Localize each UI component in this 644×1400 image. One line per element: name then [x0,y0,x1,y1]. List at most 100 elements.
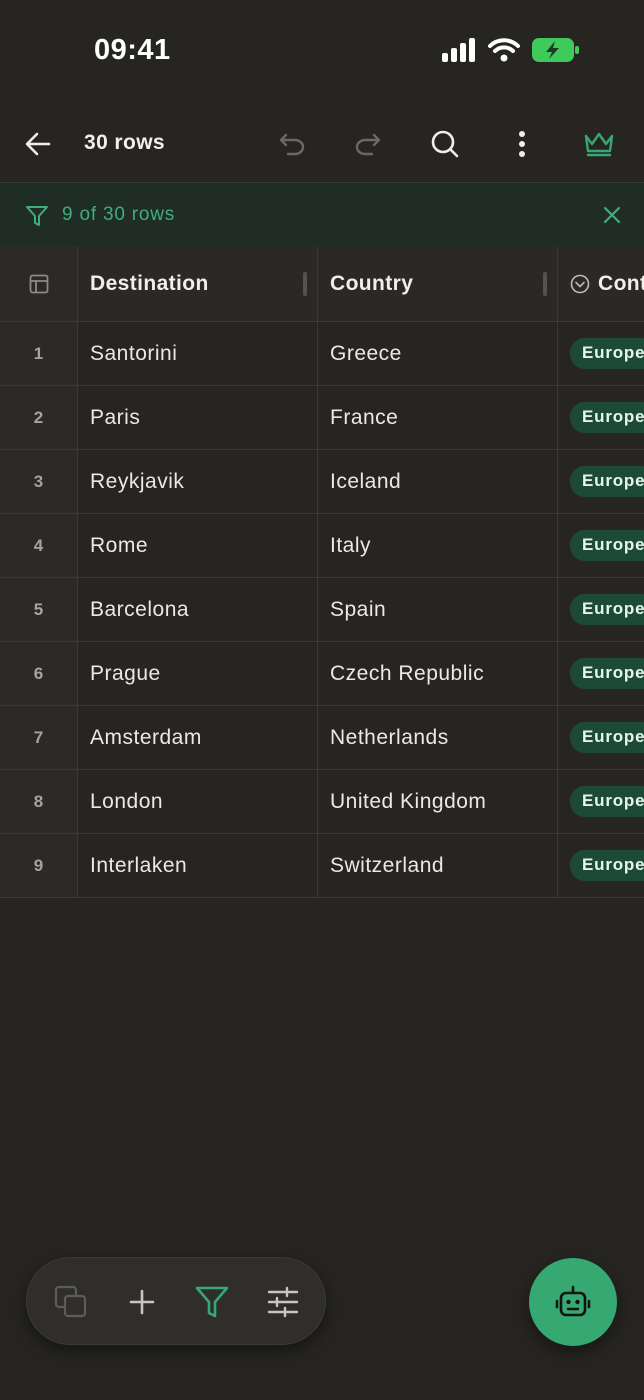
view-settings-button[interactable] [261,1280,305,1324]
country-cell[interactable]: Spain [318,578,558,641]
table-row[interactable]: 5 Barcelona Spain Europe [0,578,644,642]
premium-button[interactable] [577,122,621,166]
destination-cell[interactable]: Prague [78,642,318,705]
column-header-label: Destination [90,271,209,295]
plus-icon [129,1289,155,1315]
country-value: Switzerland [330,853,445,877]
continent-cell[interactable]: Europe [558,322,644,385]
crown-icon [584,132,614,157]
robot-icon [555,1285,591,1317]
destination-cell[interactable]: Barcelona [78,578,318,641]
sliders-icon [267,1286,299,1318]
column-header-label: Cont [598,271,644,295]
destination-value: Amsterdam [90,725,202,749]
destination-value: Prague [90,661,161,685]
continent-cell[interactable]: Europe [558,450,644,513]
back-button[interactable] [16,122,60,166]
destination-value: Rome [90,533,149,557]
battery-charging-icon [532,38,579,62]
destination-cell[interactable]: Rome [78,514,318,577]
destination-value: Santorini [90,341,178,365]
continent-cell[interactable]: Europe [558,642,644,705]
destination-cell[interactable]: Santorini [78,322,318,385]
destination-value: Reykjavik [90,469,185,493]
row-index-cell[interactable]: 4 [0,514,78,577]
row-index-cell[interactable]: 6 [0,642,78,705]
column-resize-handle[interactable] [543,272,547,296]
country-value: Italy [330,533,372,557]
column-resize-handle[interactable] [303,272,307,296]
more-options-button[interactable] [500,122,544,166]
filter-button[interactable] [190,1280,234,1324]
search-button[interactable] [423,122,467,166]
continent-tag: Europe [570,402,644,433]
country-cell[interactable]: Switzerland [318,834,558,897]
destination-cell[interactable]: Paris [78,386,318,449]
table-row[interactable]: 3 Reykjavik Iceland Europe [0,450,644,514]
continent-cell[interactable]: Europe [558,770,644,833]
row-index-cell[interactable]: 1 [0,322,78,385]
status-icons [442,38,580,62]
continent-tag: Europe [570,466,644,497]
redo-icon [355,133,381,156]
column-header-label: Country [330,271,414,295]
country-cell[interactable]: Czech Republic [318,642,558,705]
row-index-cell[interactable]: 3 [0,450,78,513]
row-index: 7 [33,727,44,747]
column-header-content: Cont [570,272,644,296]
column-header-continent[interactable]: Cont [558,246,644,321]
country-cell[interactable]: France [318,386,558,449]
country-value: France [330,405,399,429]
destination-cell[interactable]: Reykjavik [78,450,318,513]
table-icon [29,274,48,293]
country-cell[interactable]: Iceland [318,450,558,513]
table-row[interactable]: 6 Prague Czech Republic Europe [0,642,644,706]
destination-value: London [90,789,164,813]
country-cell[interactable]: United Kingdom [318,770,558,833]
country-value: Czech Republic [330,661,485,685]
table-row[interactable]: 2 Paris France Europe [0,386,644,450]
back-arrow-icon [25,132,51,156]
column-header-destination[interactable]: Destination [78,246,318,321]
country-cell[interactable]: Greece [318,322,558,385]
clear-filter-button[interactable] [596,199,628,231]
table-row[interactable]: 1 Santorini Greece Europe [0,322,644,386]
column-header-country[interactable]: Country [318,246,558,321]
table-row[interactable]: 9 Interlaken Switzerland Europe [0,834,644,898]
row-index-cell[interactable]: 7 [0,706,78,769]
single-select-icon [570,274,590,293]
add-row-button[interactable] [120,1280,164,1324]
wifi-icon [488,38,520,62]
continent-tag: Europe [570,338,644,369]
undo-button[interactable] [270,122,314,166]
more-vertical-icon [519,131,525,157]
continent-cell[interactable]: Europe [558,834,644,897]
table-body: 1 Santorini Greece Europe 2 Paris France Europe… [0,322,644,898]
continent-cell[interactable]: Europe [558,706,644,769]
destination-cell[interactable]: Interlaken [78,834,318,897]
continent-cell[interactable]: Europe [558,578,644,641]
select-all-cell[interactable] [0,246,78,321]
row-index: 3 [33,471,44,491]
continent-cell[interactable]: Europe [558,514,644,577]
destination-cell[interactable]: London [78,770,318,833]
copy-button[interactable] [49,1280,93,1324]
table-row[interactable]: 7 Amsterdam Netherlands Europe [0,706,644,770]
close-icon [603,206,621,224]
page-title: 30 rows [84,131,166,154]
continent-tag: Europe [570,658,644,689]
table-row[interactable]: 4 Rome Italy Europe [0,514,644,578]
destination-cell[interactable]: Amsterdam [78,706,318,769]
redo-button[interactable] [346,122,390,166]
table-row[interactable]: 8 London United Kingdom Europe [0,770,644,834]
row-index-cell[interactable]: 2 [0,386,78,449]
row-index-cell[interactable]: 9 [0,834,78,897]
ai-assistant-button[interactable] [529,1258,617,1346]
country-cell[interactable]: Italy [318,514,558,577]
destination-value: Barcelona [90,597,190,621]
continent-cell[interactable]: Europe [558,386,644,449]
row-index-cell[interactable]: 5 [0,578,78,641]
country-cell[interactable]: Netherlands [318,706,558,769]
screen: 09:41 30 rows 9 of 30 rows Destination C… [0,0,644,1400]
row-index-cell[interactable]: 8 [0,770,78,833]
